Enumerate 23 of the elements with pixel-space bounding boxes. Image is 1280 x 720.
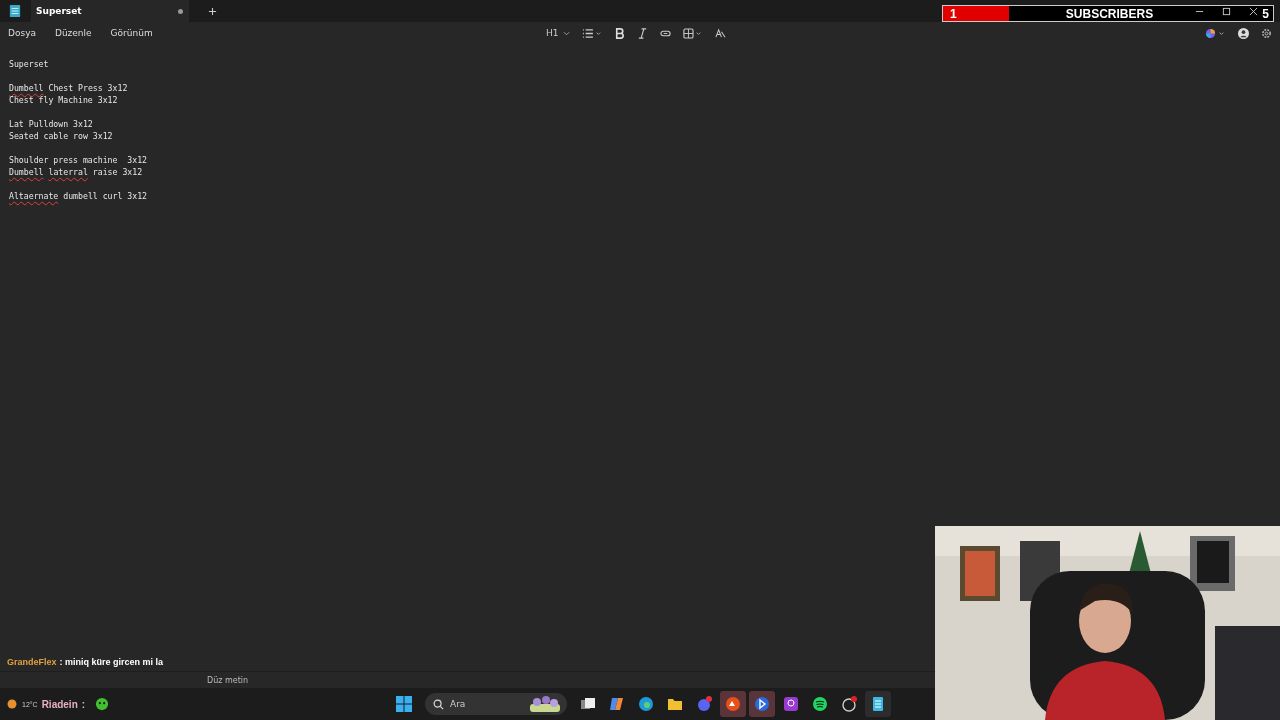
text-line: Lat Pulldown 3x12 [9,119,93,129]
search-bar[interactable]: Ara [425,693,567,715]
chat-message: : miniq küre gircen mi la [59,657,164,667]
subscribers-label: SUBSCRIBERS [1065,6,1154,21]
subscriber-count: 1 [950,6,957,21]
text-line: Chest fly Machine 3x12 [9,95,118,105]
chat-username: Riadein [41,698,78,710]
text-line: Seated cable row 3x12 [9,131,113,141]
text-line: Dumbell laterral raise 3x12 [9,167,143,177]
menu-item[interactable]: Görünüm [104,25,159,41]
search-field[interactable]: Ara [450,699,523,709]
chat-separator: : [81,698,86,710]
text-line: Altaernate dumbell curl 3x12 [9,191,148,201]
text-line: Dumbell Chest Press 3x12 [9,83,128,93]
menu-item[interactable]: Dosya [2,25,42,41]
text-format-label[interactable]: Düz metin [207,675,249,685]
text-line: Shoulder press machine 3x12 [9,155,148,165]
chat-username: GrandeFlex [7,657,57,667]
menu-item[interactable]: Düzenle [48,25,98,41]
subscriber-goal: 5 [1262,6,1269,21]
document-tab[interactable]: Superset [31,0,189,22]
heading-dropdown[interactable]: H1 [546,28,570,38]
text-line: Superset [9,59,49,69]
